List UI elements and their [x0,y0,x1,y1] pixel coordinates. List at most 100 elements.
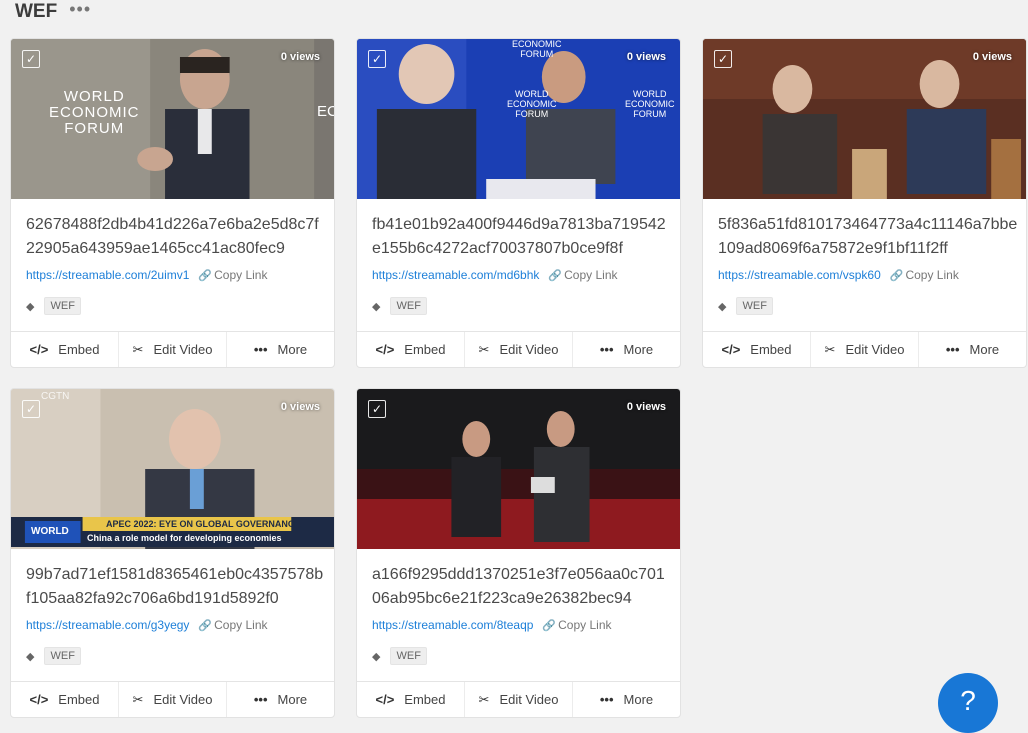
edit-video-button[interactable]: ✂ Edit Video [810,332,918,367]
video-title[interactable]: 99b7ad71ef1581d8365461eb0c4357578bf105aa… [26,563,326,611]
ellipsis-icon: ••• [253,692,268,707]
scissors-icon: ✂ [478,691,490,707]
tag-icon: ◆ [372,300,381,313]
page-header: WEF ••• [15,0,91,24]
edit-video-button[interactable]: ✂ Edit Video [464,332,572,367]
select-checkbox[interactable]: ✓ [22,50,40,68]
banner-headline: APEC 2022: EYE ON GLOBAL GOVERNANCE [106,519,301,529]
scissors-icon: ✂ [132,341,144,357]
link-icon: 🔗 [889,269,904,282]
view-count: 0 views [626,401,666,413]
ellipsis-icon: ••• [599,692,614,707]
copy-link-button[interactable]: 🔗 Copy Link [542,618,611,632]
embed-label: Embed [58,692,100,707]
select-checkbox[interactable]: ✓ [368,50,386,68]
video-thumbnail[interactable]: ✓ 0 views [357,389,680,549]
copy-link-button[interactable]: 🔗 Copy Link [890,268,959,282]
tag-icon: ◆ [26,650,35,663]
link-icon: 🔗 [548,269,563,282]
video-title[interactable]: 5f836a51fd810173464773a4c11146a7bbe109ad… [718,213,1018,261]
video-url-link[interactable]: https://streamable.com/vspk60 [718,268,881,282]
thumbnail-image [357,389,680,549]
embed-button[interactable]: </> Embed [703,332,810,367]
video-thumbnail[interactable]: ✓ 0 views [703,39,1026,199]
embed-button[interactable]: </> Embed [357,682,464,717]
copy-link-label: Copy Link [214,268,268,282]
scissors-icon: ✂ [478,341,490,357]
more-label: More [277,342,308,357]
edit-video-button[interactable]: ✂ Edit Video [118,332,226,367]
select-checkbox[interactable]: ✓ [22,400,40,418]
copy-link-button[interactable]: 🔗 Copy Link [198,268,267,282]
wef-logo: WORLD ECONOMIC FORUM [625,89,675,119]
more-button[interactable]: ••• More [918,332,1026,367]
copy-link-button[interactable]: 🔗 Copy Link [548,268,617,282]
more-label: More [623,692,654,707]
embed-button[interactable]: </> Embed [357,332,464,367]
code-icon: </> [29,692,49,707]
ellipsis-icon: ••• [253,342,268,357]
video-card: ✓ 0 views 5f836a51fd810173464773a4c11146… [702,38,1027,368]
copy-link-label: Copy Link [214,618,268,632]
embed-button[interactable]: </> Embed [11,332,118,367]
more-label: More [969,342,1000,357]
wef-logo: ECONOMIC FORUM [512,39,562,59]
tag-icon: ◆ [718,300,727,313]
tag-icon: ◆ [26,300,35,313]
banner-subheadline: China a role model for developing econom… [87,533,282,543]
video-title[interactable]: a166f9295ddd1370251e3f7e056aa0c70106ab95… [372,563,672,611]
view-count: 0 views [626,51,666,63]
thumbnail-image [703,39,1026,199]
code-icon: </> [375,342,395,357]
video-title[interactable]: fb41e01b92a400f9446d9a7813ba719542e155b6… [372,213,672,261]
copy-link-label: Copy Link [558,618,612,632]
more-button[interactable]: ••• More [226,682,334,717]
select-checkbox[interactable]: ✓ [368,400,386,418]
question-icon: ? [960,685,976,716]
wef-logo-partial: EC [317,103,334,120]
video-url-link[interactable]: https://streamable.com/g3yegy [26,618,189,632]
video-card: WORLDECONOMICFORUM EC ✓ 0 views 62678488… [10,38,335,368]
scissors-icon: ✂ [824,341,836,357]
copy-link-label: Copy Link [564,268,618,282]
more-button[interactable]: ••• More [572,332,680,367]
video-title[interactable]: 62678488f2db4b41d226a7e6ba2e5d8c7f22905a… [26,213,326,261]
link-icon: 🔗 [198,619,213,632]
video-url-link[interactable]: https://streamable.com/2uimv1 [26,268,189,282]
edit-label: Edit Video [153,692,213,707]
embed-label: Embed [58,342,100,357]
more-label: More [277,692,308,707]
select-checkbox[interactable]: ✓ [714,50,732,68]
video-thumbnail[interactable]: WORLD ECONOMIC FORUM WORLD ECONOMIC FORUM EC… [357,39,680,199]
tag-badge[interactable]: WEF [44,297,81,315]
edit-label: Edit Video [499,692,559,707]
copy-link-button[interactable]: 🔗 Copy Link [198,618,267,632]
copy-link-label: Copy Link [905,268,959,282]
video-thumbnail[interactable]: WORLDECONOMICFORUM EC ✓ 0 views [11,39,334,199]
link-icon: 🔗 [198,269,213,282]
video-card: ✓ 0 views a166f9295ddd1370251e3f7e056aa0… [356,388,681,718]
embed-label: Embed [404,342,446,357]
thumbnail-image [357,39,680,199]
tag-badge[interactable]: WEF [390,297,427,315]
ellipsis-icon: ••• [945,342,960,357]
page-title: WEF [15,1,58,22]
embed-button[interactable]: </> Embed [11,682,118,717]
help-button[interactable]: ? [938,673,998,733]
edit-video-button[interactable]: ✂ Edit Video [464,682,572,717]
video-url-link[interactable]: https://streamable.com/8teaqp [372,618,533,632]
tag-badge[interactable]: WEF [736,297,773,315]
more-button[interactable]: ••• More [572,682,680,717]
wef-logo: WORLD ECONOMIC FORUM [507,89,557,119]
tag-badge[interactable]: WEF [44,647,81,665]
video-url-link[interactable]: https://streamable.com/md6bhk [372,268,539,282]
more-button[interactable]: ••• More [226,332,334,367]
ellipsis-icon[interactable]: ••• [69,0,91,18]
view-count: 0 views [972,51,1012,63]
video-card: CGTN WORLD APEC 2022: EYE ON GLOBAL GOVE… [10,388,335,718]
edit-video-button[interactable]: ✂ Edit Video [118,682,226,717]
edit-label: Edit Video [499,342,559,357]
ellipsis-icon: ••• [599,342,614,357]
tag-badge[interactable]: WEF [390,647,427,665]
video-thumbnail[interactable]: CGTN WORLD APEC 2022: EYE ON GLOBAL GOVE… [11,389,334,549]
